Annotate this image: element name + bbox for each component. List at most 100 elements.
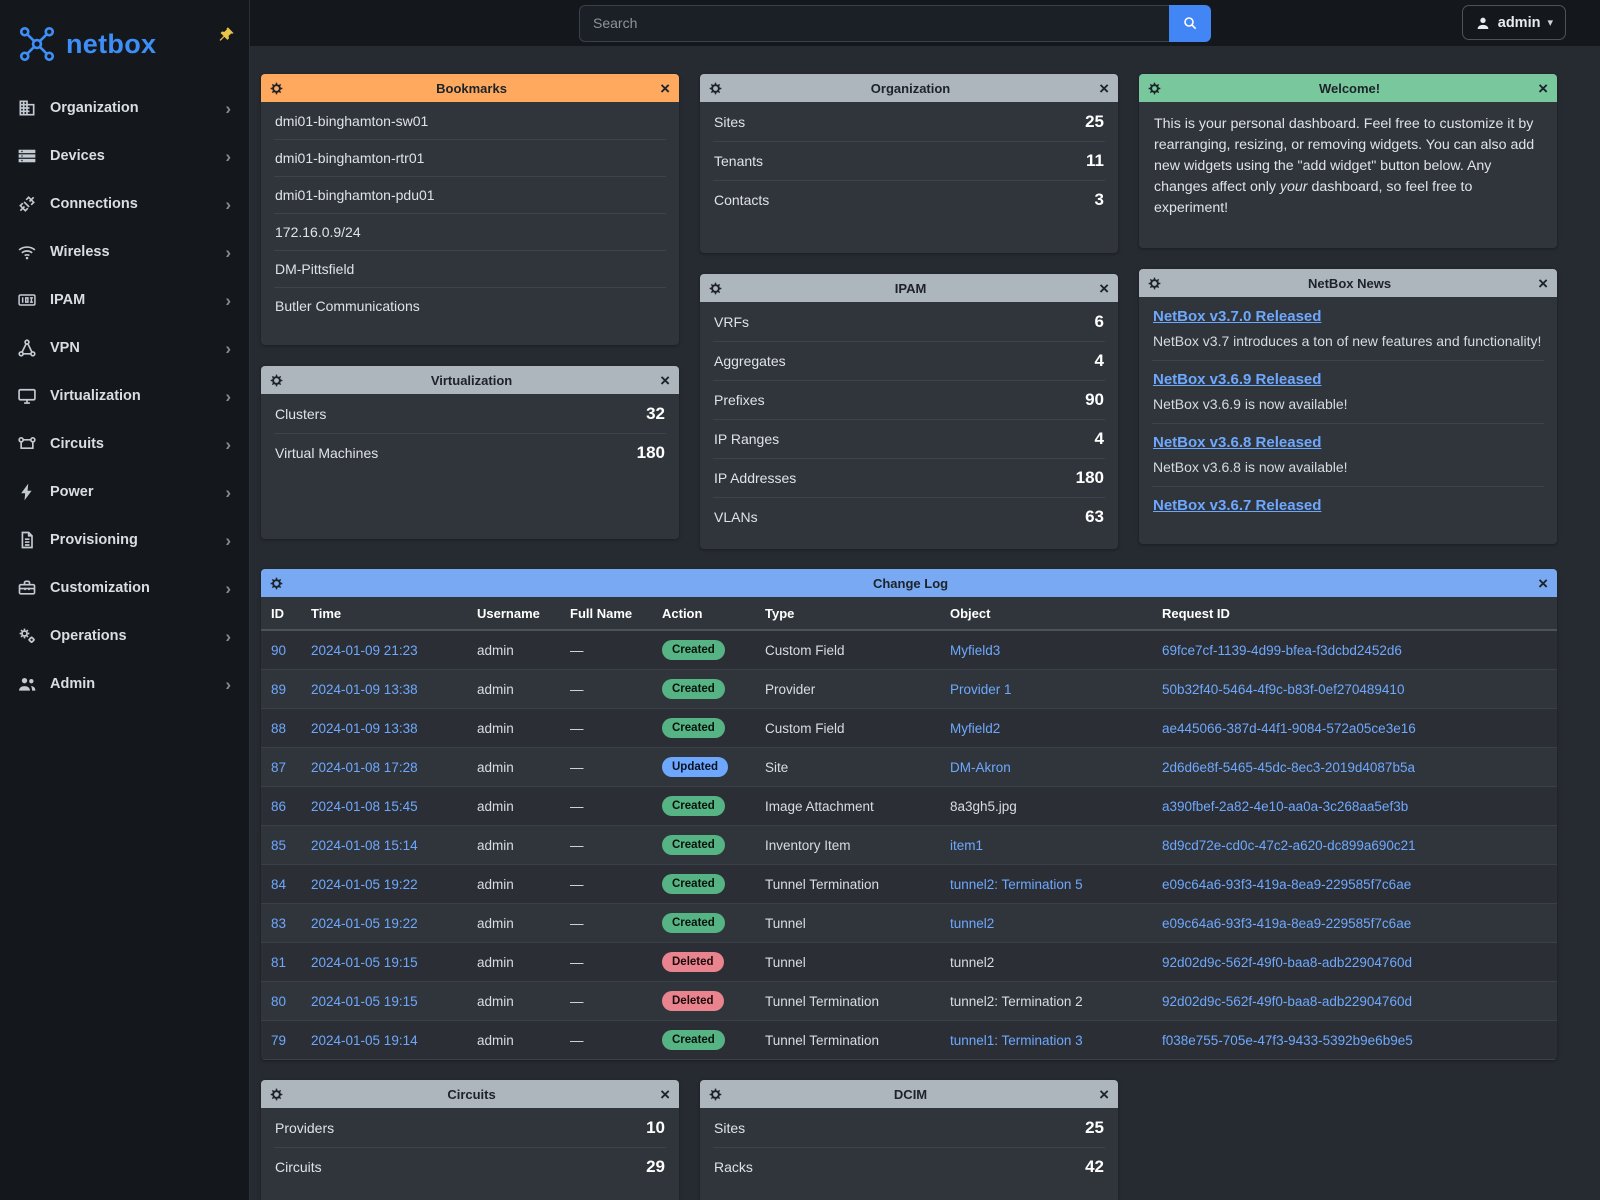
object-link[interactable]: tunnel2: Termination 5 bbox=[950, 877, 1083, 892]
bookmark-item[interactable]: 172.16.0.9/24 bbox=[274, 214, 666, 251]
stat-label[interactable]: Sites bbox=[714, 114, 745, 130]
stat-label[interactable]: IP Addresses bbox=[714, 470, 796, 486]
object-link[interactable]: Myfield2 bbox=[950, 721, 1000, 736]
gear-icon[interactable] bbox=[1148, 82, 1161, 95]
close-icon[interactable]: × bbox=[1538, 275, 1548, 292]
bookmark-item[interactable]: dmi01-binghamton-sw01 bbox=[274, 103, 666, 140]
sidebar-item-connections[interactable]: Connections› bbox=[0, 180, 249, 228]
changelog-time-link[interactable]: 2024-01-09 13:38 bbox=[311, 721, 418, 736]
stat-label[interactable]: IP Ranges bbox=[714, 431, 779, 447]
changelog-time-link[interactable]: 2024-01-05 19:22 bbox=[311, 877, 418, 892]
request-id-link[interactable]: f038e755-705e-47f3-9433-5392b9e6b9e5 bbox=[1162, 1033, 1413, 1048]
request-id-link[interactable]: 92d02d9c-562f-49f0-baa8-adb22904760d bbox=[1162, 955, 1412, 970]
sidebar-item-operations[interactable]: Operations› bbox=[0, 612, 249, 660]
request-id-link[interactable]: 8d9cd72e-cd0c-47c2-a620-dc899a690c21 bbox=[1162, 838, 1416, 853]
changelog-id-link[interactable]: 81 bbox=[271, 955, 286, 970]
user-menu-button[interactable]: admin ▾ bbox=[1462, 5, 1566, 40]
bookmark-item[interactable]: DM-Pittsfield bbox=[274, 251, 666, 288]
object-link[interactable]: tunnel2 bbox=[950, 916, 994, 931]
bookmark-item[interactable]: dmi01-binghamton-pdu01 bbox=[274, 177, 666, 214]
gear-icon[interactable] bbox=[270, 374, 283, 387]
stat-label[interactable]: Prefixes bbox=[714, 392, 765, 408]
search-input[interactable] bbox=[579, 5, 1169, 42]
stat-label[interactable]: Sites bbox=[714, 1120, 745, 1136]
search-button[interactable] bbox=[1169, 5, 1211, 42]
stat-label[interactable]: Circuits bbox=[275, 1159, 322, 1175]
close-icon[interactable]: × bbox=[1099, 80, 1109, 97]
stat-label[interactable]: Aggregates bbox=[714, 353, 786, 369]
sidebar-item-wireless[interactable]: Wireless› bbox=[0, 228, 249, 276]
changelog-id-link[interactable]: 79 bbox=[271, 1033, 286, 1048]
changelog-id-link[interactable]: 87 bbox=[271, 760, 286, 775]
changelog-id-link[interactable]: 90 bbox=[271, 643, 286, 658]
changelog-time-link[interactable]: 2024-01-05 19:14 bbox=[311, 1033, 418, 1048]
sidebar-item-organization[interactable]: Organization› bbox=[0, 84, 249, 132]
sidebar-item-circuits[interactable]: Circuits› bbox=[0, 420, 249, 468]
pin-sidebar-icon[interactable] bbox=[218, 26, 235, 48]
bookmark-item[interactable]: Butler Communications bbox=[274, 288, 666, 324]
object-link[interactable]: tunnel1: Termination 3 bbox=[950, 1033, 1083, 1048]
changelog-time-link[interactable]: 2024-01-05 19:15 bbox=[311, 955, 418, 970]
close-icon[interactable]: × bbox=[660, 1086, 670, 1103]
changelog-id-link[interactable]: 83 bbox=[271, 916, 286, 931]
sidebar-item-power[interactable]: Power› bbox=[0, 468, 249, 516]
sidebar-item-virtualization[interactable]: Virtualization› bbox=[0, 372, 249, 420]
close-icon[interactable]: × bbox=[660, 80, 670, 97]
changelog-time-link[interactable]: 2024-01-05 19:22 bbox=[311, 916, 418, 931]
object-link[interactable]: item1 bbox=[950, 838, 983, 853]
request-id-link[interactable]: 2d6d6e8f-5465-45dc-8ec3-2019d4087b5a bbox=[1162, 760, 1415, 775]
changelog-id-link[interactable]: 89 bbox=[271, 682, 286, 697]
gear-icon[interactable] bbox=[270, 1088, 283, 1101]
request-id-link[interactable]: 50b32f40-5464-4f9c-b83f-0ef270489410 bbox=[1162, 682, 1404, 697]
request-id-link[interactable]: e09c64a6-93f3-419a-8ea9-229585f7c6ae bbox=[1162, 877, 1411, 892]
gear-icon[interactable] bbox=[709, 1088, 722, 1101]
close-icon[interactable]: × bbox=[1099, 280, 1109, 297]
close-icon[interactable]: × bbox=[1099, 1086, 1109, 1103]
stat-label[interactable]: Providers bbox=[275, 1120, 334, 1136]
changelog-time-link[interactable]: 2024-01-05 19:15 bbox=[311, 994, 418, 1009]
changelog-id-link[interactable]: 86 bbox=[271, 799, 286, 814]
object-link[interactable]: Provider 1 bbox=[950, 682, 1012, 697]
changelog-time-link[interactable]: 2024-01-08 15:14 bbox=[311, 838, 418, 853]
sidebar-item-devices[interactable]: Devices› bbox=[0, 132, 249, 180]
gear-icon[interactable] bbox=[270, 82, 283, 95]
sidebar-item-vpn[interactable]: VPN› bbox=[0, 324, 249, 372]
news-headline-link[interactable]: NetBox v3.7.0 Released bbox=[1153, 308, 1321, 325]
changelog-time-link[interactable]: 2024-01-09 21:23 bbox=[311, 643, 418, 658]
changelog-time-link[interactable]: 2024-01-08 15:45 bbox=[311, 799, 418, 814]
news-headline-link[interactable]: NetBox v3.6.7 Released bbox=[1153, 497, 1321, 514]
bookmark-item[interactable]: dmi01-binghamton-rtr01 bbox=[274, 140, 666, 177]
close-icon[interactable]: × bbox=[1538, 575, 1548, 592]
changelog-id-link[interactable]: 85 bbox=[271, 838, 286, 853]
request-id-link[interactable]: 92d02d9c-562f-49f0-baa8-adb22904760d bbox=[1162, 994, 1412, 1009]
changelog-id-link[interactable]: 84 bbox=[271, 877, 286, 892]
gear-icon[interactable] bbox=[709, 82, 722, 95]
stat-label[interactable]: Contacts bbox=[714, 192, 769, 208]
sidebar-item-provisioning[interactable]: Provisioning› bbox=[0, 516, 249, 564]
sidebar-item-customization[interactable]: Customization› bbox=[0, 564, 249, 612]
stat-label[interactable]: Racks bbox=[714, 1159, 753, 1175]
stat-label[interactable]: Clusters bbox=[275, 406, 326, 422]
stat-label[interactable]: VLANs bbox=[714, 509, 758, 525]
gear-icon[interactable] bbox=[709, 282, 722, 295]
gear-icon[interactable] bbox=[1148, 277, 1161, 290]
object-link[interactable]: DM-Akron bbox=[950, 760, 1011, 775]
stat-label[interactable]: Virtual Machines bbox=[275, 445, 378, 461]
sidebar-item-ipam[interactable]: IPAM› bbox=[0, 276, 249, 324]
changelog-time-link[interactable]: 2024-01-08 17:28 bbox=[311, 760, 418, 775]
changelog-id-link[interactable]: 80 bbox=[271, 994, 286, 1009]
stat-label[interactable]: VRFs bbox=[714, 314, 749, 330]
gear-icon[interactable] bbox=[270, 577, 283, 590]
object-link[interactable]: Myfield3 bbox=[950, 643, 1000, 658]
close-icon[interactable]: × bbox=[1538, 80, 1548, 97]
request-id-link[interactable]: ae445066-387d-44f1-9084-572a05ce3e16 bbox=[1162, 721, 1416, 736]
news-headline-link[interactable]: NetBox v3.6.8 Released bbox=[1153, 434, 1321, 451]
request-id-link[interactable]: 69fce7cf-1139-4d99-bfea-f3dcbd2452d6 bbox=[1162, 643, 1402, 658]
sidebar-item-admin[interactable]: Admin› bbox=[0, 660, 249, 708]
request-id-link[interactable]: e09c64a6-93f3-419a-8ea9-229585f7c6ae bbox=[1162, 916, 1411, 931]
changelog-id-link[interactable]: 88 bbox=[271, 721, 286, 736]
request-id-link[interactable]: a390fbef-2a82-4e10-aa0a-3c268aa5ef3b bbox=[1162, 799, 1408, 814]
changelog-time-link[interactable]: 2024-01-09 13:38 bbox=[311, 682, 418, 697]
stat-label[interactable]: Tenants bbox=[714, 153, 763, 169]
news-headline-link[interactable]: NetBox v3.6.9 Released bbox=[1153, 371, 1321, 388]
